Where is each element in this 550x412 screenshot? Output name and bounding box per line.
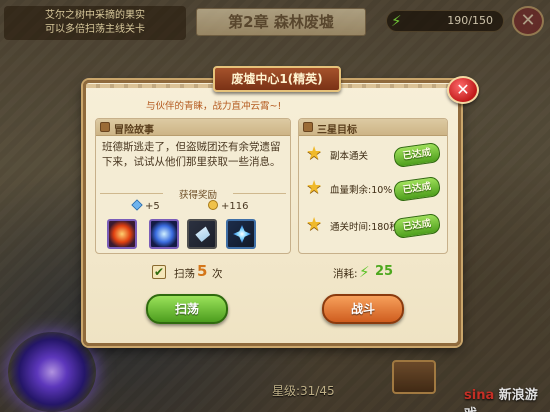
story-text: 班德斯逃走了，但盗贼团还有余党遗留下来，试试从他们那里获取一些消息。: [102, 141, 281, 168]
achieved-badge: 已达成: [392, 175, 442, 203]
battle-button[interactable]: 战斗: [322, 294, 404, 324]
goal-text: 副本通关: [330, 151, 369, 162]
star-icon: ★: [306, 177, 323, 198]
achieved-badge: 已达成: [392, 212, 442, 240]
reward-label: 获得奖励: [163, 187, 233, 201]
sweep-checkbox[interactable]: ✔: [152, 265, 166, 279]
reward-item-ice-shard-icon[interactable]: [187, 219, 217, 249]
dialog-hint: 与伙伴的青睐，战力直冲云霄~!: [146, 101, 282, 112]
goal-row: ★ 血量剩余:10% 已达成: [302, 174, 444, 204]
reward-item-star-crystal-icon[interactable]: [226, 219, 256, 249]
achieved-badge: 已达成: [392, 141, 442, 169]
goals-header-label: 三星目标: [317, 125, 357, 136]
goal-row: ★ 通关时间:180秒 已达成: [302, 211, 444, 241]
cost-value: 25: [375, 264, 394, 279]
gem-icon: [131, 199, 143, 211]
cost-label: 消耗:: [333, 268, 358, 280]
gem-gain: +5: [131, 199, 160, 212]
dialog-title: 废墟中心1(精英): [213, 66, 341, 92]
star-goal-icon: [303, 122, 313, 132]
sweep-unit: 次: [212, 268, 223, 280]
coin-icon: [208, 200, 218, 210]
coin-gain: +116: [208, 200, 248, 212]
coin-gain-value: +116: [221, 201, 249, 212]
star-icon: ★: [306, 143, 323, 164]
book-icon: [100, 122, 110, 132]
goals-panel-header: 三星目标: [299, 119, 447, 136]
reward-item-water-orb-icon[interactable]: [149, 219, 179, 249]
sweep-label: 扫荡: [174, 268, 195, 280]
energy-bolt-icon: ⚡: [359, 263, 370, 281]
gem-gain-value: +5: [145, 201, 160, 212]
goal-text: 血量剩余:10%: [330, 185, 393, 196]
sweep-button[interactable]: 扫荡: [146, 294, 228, 324]
reward-item-fire-orb-icon[interactable]: [107, 219, 137, 249]
goal-text: 通关时间:180秒: [330, 222, 399, 233]
story-header-label: 冒险故事: [114, 125, 154, 136]
goal-row: ★ 副本通关 已达成: [302, 140, 444, 170]
star-icon: ★: [306, 214, 323, 235]
story-panel-header: 冒险故事: [96, 119, 290, 136]
dialog-close-button[interactable]: ✕: [447, 76, 479, 104]
sweep-count[interactable]: 5: [197, 262, 207, 280]
